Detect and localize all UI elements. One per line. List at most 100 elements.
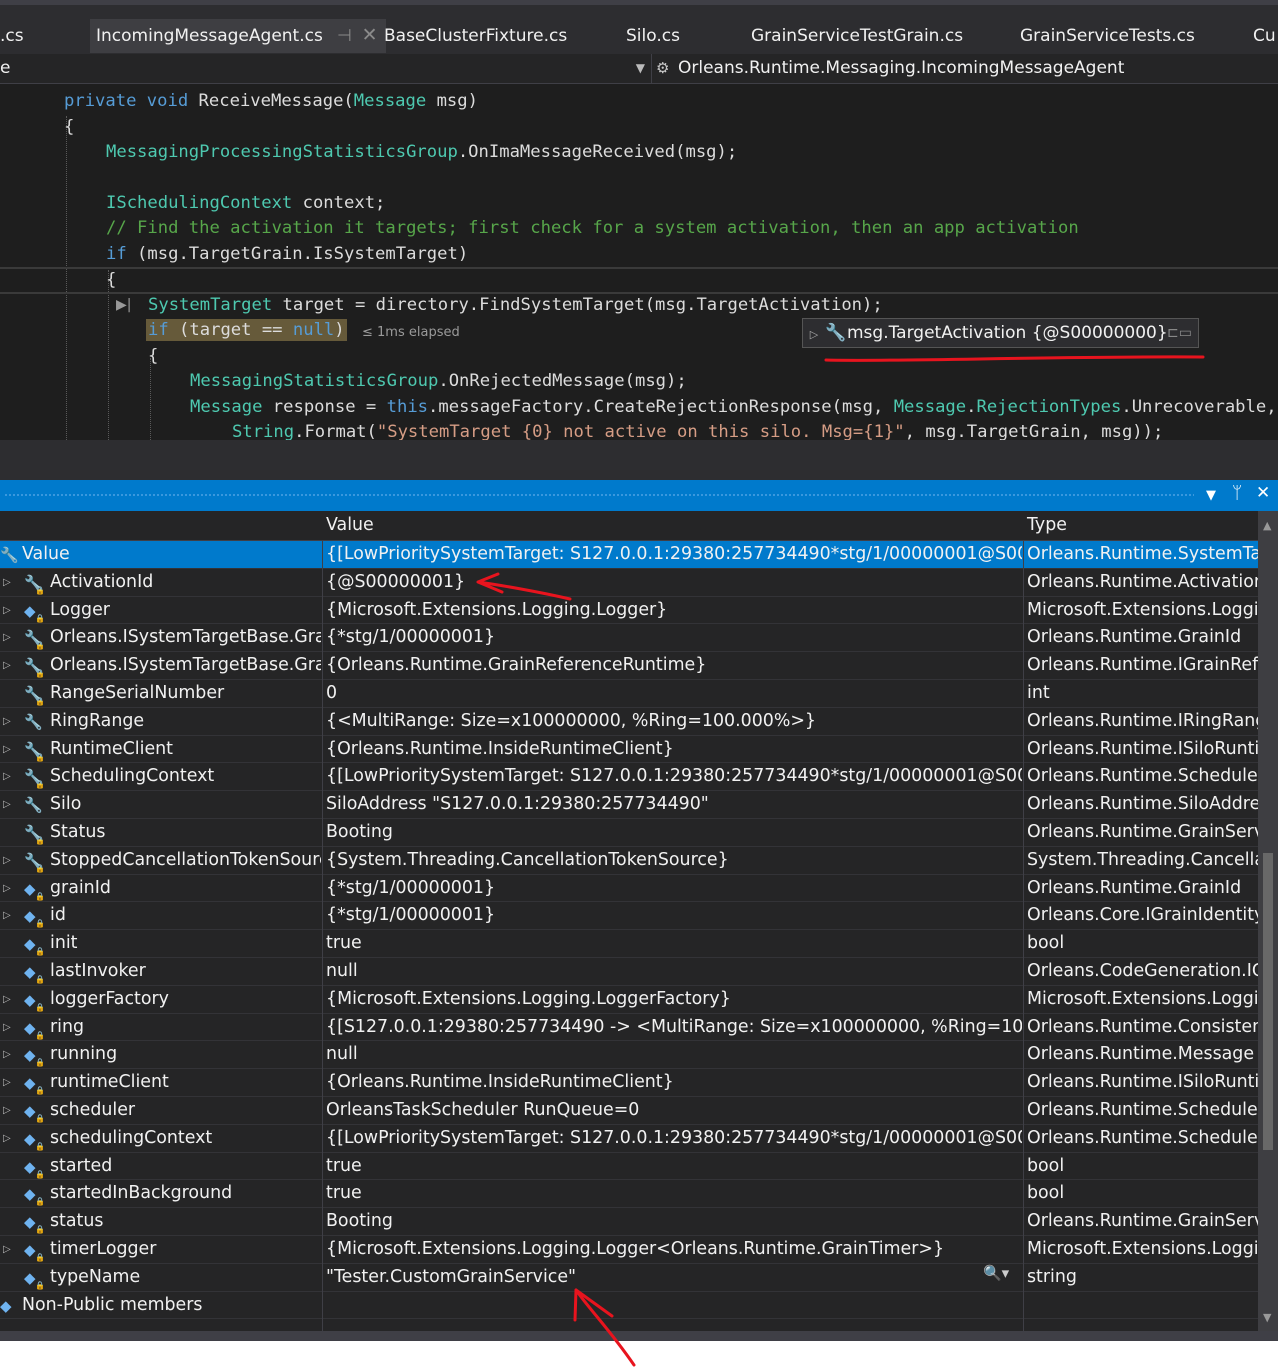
row-value-cell[interactable]: null — [326, 958, 1022, 986]
close-icon[interactable]: ✕ — [1256, 483, 1270, 503]
column-divider[interactable] — [1023, 541, 1024, 1331]
perf-tip[interactable]: ≤ 1ms elapsed — [362, 325, 460, 340]
row-value-cell[interactable]: {[LowPrioritySystemTarget: S127.0.0.1:29… — [326, 763, 1022, 791]
expand-arrow-icon[interactable]: ▷ — [3, 875, 11, 902]
watch-row[interactable]: ▷ 🔧🔒Orleans.ISystemTargetBase.GrainId{*st… — [0, 624, 1258, 653]
expand-arrow-icon[interactable]: ▷ — [3, 1069, 11, 1096]
watch-row[interactable]: ▷ ◆ 🔒 Logger {Microsoft.Extensions.Logging.L… — [0, 597, 1258, 625]
expand-arrow-icon[interactable]: ▷ — [3, 569, 11, 596]
datatip[interactable]: ▷ 🔧msg.TargetActivation {@S00000000} ⊏▭ — [802, 318, 1199, 348]
row-value-cell[interactable]: {[LowPrioritySystemTarget: S127.0.0.1:29… — [326, 1125, 1022, 1153]
watch-row[interactable]: 🔧 Value {[LowPrioritySystemTarget: S127.0.… — [0, 541, 1258, 569]
pin-datatip-icon[interactable]: ⊏▭ — [1167, 319, 1192, 347]
expand-arrow-icon[interactable]: ▷ — [3, 986, 11, 1013]
row-value-cell[interactable]: {System.Threading.CancellationTokenSourc… — [326, 847, 1022, 875]
watch-row[interactable]: ▷ 🔧 🔒 StoppedCancellationTokenSource {System… — [0, 847, 1258, 875]
tab-partial-left[interactable]: .cs — [0, 20, 24, 52]
row-value-cell[interactable]: true — [326, 1153, 1022, 1181]
horizontal-scrollbar[interactable] — [0, 1331, 1278, 1341]
watch-row[interactable]: 🔧 🔒 Status Booting Orleans.Runtime.GrainServ… — [0, 819, 1258, 847]
row-value-cell[interactable]: {Orleans.Runtime.GrainReferenceRuntime} — [326, 652, 1022, 680]
scroll-up-icon[interactable]: ▲ — [1263, 519, 1271, 532]
watch-row[interactable]: ▷ ◆ 🔒 id {*stg/1/00000001} Orleans.Core.IGrai… — [0, 902, 1258, 931]
watch-row[interactable]: ▷ ◆ 🔒 loggerFactory {Microsoft.Extensions.Lo… — [0, 986, 1258, 1014]
row-value-cell[interactable]: true — [326, 930, 1022, 958]
header-value[interactable]: Value — [326, 515, 374, 535]
watch-row[interactable]: ◆ Non-Public members — [0, 1292, 1258, 1320]
expand-arrow-icon[interactable]: ▷ — [3, 763, 11, 790]
row-value-cell[interactable]: OrleansTaskScheduler RunQueue=0 — [326, 1097, 1022, 1125]
tab-baseclusterfixture[interactable]: BaseClusterFixture.cs — [384, 20, 567, 52]
expand-arrow-icon[interactable]: ▷ — [3, 1014, 11, 1041]
run-to-click-icon[interactable]: ▶| — [116, 297, 131, 313]
scroll-down-icon[interactable]: ▼ — [1263, 1311, 1271, 1324]
type-dropdown[interactable]: e ▼ — [0, 54, 652, 83]
vertical-scrollbar[interactable]: ▲ ▼ — [1258, 511, 1278, 1331]
close-icon[interactable]: ✕ — [362, 19, 378, 51]
expand-arrow-icon[interactable]: ▷ — [3, 652, 11, 679]
row-value-cell[interactable]: Booting — [326, 819, 1022, 847]
expand-arrow-icon[interactable]: ▷ — [3, 597, 11, 624]
tab-partial-right[interactable]: Cu — [1253, 20, 1276, 52]
row-value-cell[interactable]: SiloAddress "S127.0.0.1:29380:257734490" — [326, 791, 1022, 819]
row-value-cell[interactable]: {*stg/1/00000001} — [326, 902, 1022, 930]
row-value-cell[interactable]: {Microsoft.Extensions.Logging.Logger<Orl… — [326, 1236, 1022, 1264]
watch-row[interactable]: ◆ 🔒 status Booting Orleans.Runtime.GrainServ… — [0, 1208, 1258, 1236]
watch-grid[interactable]: Value Type 🔧 Value {[LowPrioritySystemTarg… — [0, 511, 1258, 1331]
watch-row[interactable]: ▷ 🔧 🔒 RuntimeClient {Orleans.Runtime.InsideR… — [0, 736, 1258, 764]
watch-row[interactable]: ◆ 🔒 init true bool — [0, 930, 1258, 958]
row-value-cell[interactable]: {Orleans.Runtime.InsideRuntimeClient} — [326, 1069, 1022, 1097]
watch-row[interactable]: ▷ ◆ 🔒 schedulingContext {[LowPrioritySystemT… — [0, 1125, 1258, 1153]
expand-arrow-icon[interactable]: ▷ — [3, 708, 11, 735]
watch-row[interactable]: ◆ 🔒 lastInvoker null Orleans.CodeGeneration.… — [0, 958, 1258, 986]
scroll-thumb[interactable] — [1263, 853, 1273, 1150]
expand-arrow-icon[interactable]: ▷ — [803, 321, 825, 349]
tab-grainservicetests[interactable]: GrainServiceTests.cs — [1020, 20, 1195, 52]
window-menu-icon[interactable]: ▼ — [1206, 488, 1216, 503]
watch-row[interactable]: ▷ ◆ 🔒 grainId {*stg/1/00000001} Orleans.Runti… — [0, 875, 1258, 903]
watch-row[interactable]: ▷ ◆ 🔒 timerLogger {Microsoft.Extensions.Logg… — [0, 1236, 1258, 1264]
row-value-cell[interactable]: "Tester.CustomGrainService" — [326, 1264, 1022, 1292]
watch-row[interactable]: ▷ 🔧 🔒 ActivationId {@S00000001} Orleans.Runti… — [0, 569, 1258, 597]
window-splitter[interactable] — [0, 440, 1278, 480]
row-value-cell[interactable]: {[S127.0.0.1:29380:257734490 -> <MultiRa… — [326, 1014, 1022, 1042]
row-value-cell[interactable]: Booting — [326, 1208, 1022, 1236]
expand-arrow-icon[interactable]: ▷ — [3, 791, 11, 818]
row-value-cell[interactable]: {[LowPrioritySystemTarget: S127.0.0.1:29… — [326, 541, 1022, 569]
watch-row[interactable]: ▷ ◆ 🔒 scheduler OrleansTaskScheduler RunQueu… — [0, 1097, 1258, 1125]
pin-icon[interactable]: ᛘ — [1232, 483, 1242, 503]
chevron-down-icon[interactable]: ▼ — [636, 54, 645, 83]
row-value-cell[interactable]: {<MultiRange: Size=x100000000, %Ring=100… — [326, 708, 1022, 736]
watch-row[interactable]: ▷ ◆ 🔒 ring {[S127.0.0.1:29380:257734490 -> <… — [0, 1014, 1258, 1042]
watch-row[interactable]: ▷ 🔧 RingRange {<MultiRange: Size=x100000000… — [0, 708, 1258, 736]
watch-row[interactable]: ◆ 🔒 startedInBackground true bool — [0, 1180, 1258, 1209]
expand-arrow-icon[interactable]: ▷ — [3, 1125, 11, 1152]
expand-arrow-icon[interactable]: ▷ — [3, 902, 11, 929]
watch-row[interactable]: ◆ 🔒 started true bool — [0, 1153, 1258, 1181]
expand-arrow-icon[interactable]: ▷ — [3, 1236, 11, 1263]
tab-grainservicetestgrain[interactable]: GrainServiceTestGrain.cs — [751, 20, 963, 52]
row-value-cell[interactable]: {@S00000001} — [326, 569, 1022, 597]
watch-row[interactable]: ▷ 🔧🔒Orleans.ISystemTargetBase.GrainRefere… — [0, 652, 1258, 680]
watch-row[interactable]: ▷ ◆ 🔒 running null Orleans.Runtime.Message — [0, 1041, 1258, 1070]
watch-row[interactable]: ▷ 🔧 🔒 SchedulingContext {[LowPrioritySystemT… — [0, 763, 1258, 792]
tab-incomingmessageagent[interactable]: IncomingMessageAgent.cs ⊣ ✕ — [90, 19, 386, 53]
watch-row[interactable]: ▷ 🔧 Silo SiloAddress "S127.0.0.1:29380:2577… — [0, 791, 1258, 819]
pin-icon[interactable]: ⊣ — [337, 20, 352, 52]
row-value-cell[interactable]: null — [326, 1041, 1022, 1069]
watch-row[interactable]: ◆ 🔒 typeName "Tester.CustomGrainService" str… — [0, 1264, 1258, 1292]
column-divider[interactable] — [322, 541, 323, 1331]
row-value-cell[interactable]: true — [326, 1180, 1022, 1208]
expand-arrow-icon[interactable]: ▷ — [3, 1041, 11, 1068]
title-grip[interactable] — [4, 493, 1194, 498]
tab-silo[interactable]: Silo.cs — [626, 20, 680, 52]
row-value-cell[interactable]: 0 — [326, 680, 1022, 708]
row-value-cell[interactable]: {*stg/1/00000001} — [326, 624, 1022, 652]
watch-row[interactable]: 🔧 🔒 RangeSerialNumber 0 int — [0, 680, 1258, 708]
watch-row[interactable]: ▷ ◆ 🔒 runtimeClient {Orleans.Runtime.InsideR… — [0, 1069, 1258, 1097]
expand-arrow-icon[interactable]: ▷ — [3, 847, 11, 874]
text-visualizer-icon[interactable]: 🔍▾ — [983, 1264, 1009, 1282]
expand-arrow-icon[interactable]: ▷ — [3, 624, 11, 651]
row-value-cell[interactable]: {*stg/1/00000001} — [326, 875, 1022, 903]
row-value-cell[interactable]: {Orleans.Runtime.InsideRuntimeClient} — [326, 736, 1022, 764]
